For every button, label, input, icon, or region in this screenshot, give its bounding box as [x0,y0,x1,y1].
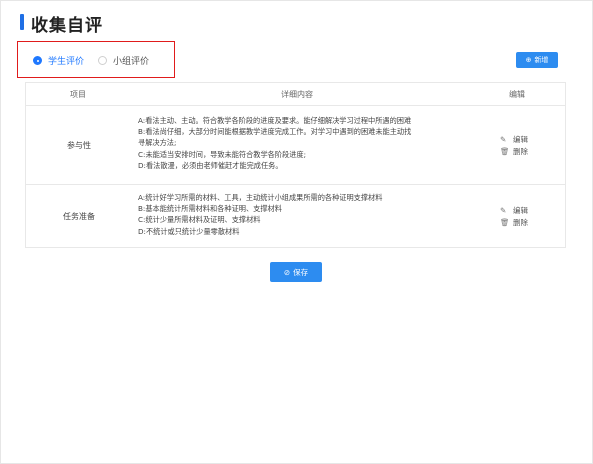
edit-button[interactable]: ✎ 编辑 [500,204,528,216]
delete-button[interactable]: 🗑 删除 [500,216,528,228]
detail-line: 寻解决方法; [138,138,177,148]
column-header-item: 项目 [70,90,86,99]
radio-label: 小组评价 [113,57,150,67]
row-details: A:统计好学习所需的材料、工具，主动统计小组成果所需的各种证明支撑材料 B:基本… [138,192,382,237]
delete-label: 删除 [513,146,528,156]
page-title: 收集自评 [31,16,103,36]
radio-label: 学生评价 [48,57,85,67]
detail-line: A:统计好学习所需的材料、工具，主动统计小组成果所需的各种证明支撑材料 [138,193,383,202]
edit-icon: ✎ [500,205,507,215]
check-circle-icon: ⊘ [283,267,291,277]
radio-checked-icon [33,56,42,65]
edit-label: 编辑 [513,134,528,144]
evaluation-table: 项目 详细内容 编辑 参与性 A:看法主动、主动。符合教学各阶段的进度及要求。能… [25,82,566,248]
detail-line: A:看法主动、主动。符合教学各阶段的进度及要求。能仔细解决学习过程中所遇的困难 [138,116,412,125]
table-header: 项目 详细内容 编辑 [26,83,565,106]
table-row: 参与性 A:看法主动、主动。符合教学各阶段的进度及要求。能仔细解决学习过程中所遇… [26,105,565,185]
plus-circle-icon: ⊕ [525,56,532,64]
column-header-edit: 编辑 [509,90,525,99]
row-item-name: 参与性 [67,141,91,150]
edit-button[interactable]: ✎ 编辑 [500,133,528,145]
trash-icon: 🗑 [500,146,510,156]
save-button-label: 保存 [293,267,309,277]
detail-line: D:不统计或只统计少量零散材料 [138,226,240,236]
save-button[interactable]: ⊘ 保存 [270,262,322,282]
radio-unchecked-icon [98,56,107,65]
delete-button[interactable]: 🗑 删除 [500,145,528,157]
radio-student-evaluation[interactable]: 学生评价 [33,54,84,67]
detail-line: B:看法尚仔细，大部分时间能根据教学进度完成工作。对学习中遇到的困难未能主动找 [138,127,412,137]
title-accent-bar [20,14,24,30]
table-row: 任务准备 A:统计好学习所需的材料、工具，主动统计小组成果所需的各种证明支撑材料… [26,185,565,247]
row-actions: ✎ 编辑 🗑 删除 [500,133,528,157]
row-actions: ✎ 编辑 🗑 删除 [500,204,528,228]
trash-icon: 🗑 [500,217,510,227]
detail-line: C:未能适当安排时间，导致未能符合教学各阶段进度; [138,149,306,159]
add-button[interactable]: ⊕ 新增 [516,52,558,68]
row-item-name: 任务准备 [63,212,95,221]
delete-label: 删除 [513,217,528,227]
detail-line: D:看法散漫，必须由老师催赶才能完成任务。 [138,160,283,170]
add-button-label: 新增 [534,56,549,64]
column-header-details: 详细内容 [281,90,313,99]
detail-line: C:统计少量所需材料及证明、支撑材料 [138,215,261,225]
detail-line: B:基本能统计所需材料和各种证明、支撑材料 [138,204,282,214]
edit-icon: ✎ [500,134,507,144]
edit-label: 编辑 [513,205,528,215]
radio-group-evaluation[interactable]: 小组评价 [98,54,149,67]
row-details: A:看法主动、主动。符合教学各阶段的进度及要求。能仔细解决学习过程中所遇的困难 … [138,115,411,171]
